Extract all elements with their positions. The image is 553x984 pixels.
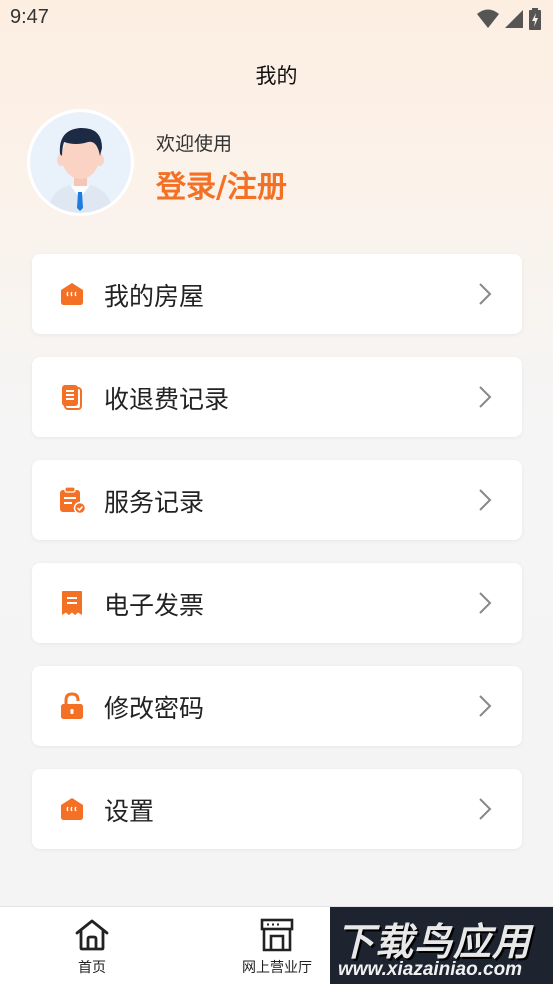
- chevron-right-icon: [479, 592, 492, 614]
- nav-label: 网上营业厅: [242, 960, 312, 976]
- chevron-right-icon: [479, 798, 492, 820]
- lock-icon: [61, 692, 83, 719]
- nav-label: 首页: [78, 960, 106, 976]
- welcome-text: 欢迎使用: [156, 133, 233, 155]
- nav-tab-online-hall[interactable]: 网上营业厅: [224, 907, 330, 984]
- invoice-icon: [62, 591, 82, 615]
- house-icon: [61, 798, 83, 820]
- battery-icon: [529, 8, 541, 30]
- chevron-right-icon: [479, 695, 492, 717]
- menu-item-payment-records[interactable]: 收退费记录: [32, 357, 522, 437]
- wifi-icon: [477, 9, 499, 28]
- status-time: 9:47: [10, 6, 49, 28]
- avatar[interactable]: [30, 112, 131, 213]
- chevron-right-icon: [479, 283, 492, 305]
- user-avatar-icon: [30, 112, 131, 213]
- menu-item-label: 电子发票: [104, 591, 205, 620]
- document-icon: [62, 385, 82, 410]
- page-title: 我的: [255, 64, 298, 88]
- chevron-right-icon: [479, 386, 492, 408]
- menu-item-e-invoice[interactable]: 电子发票: [32, 563, 522, 643]
- menu-item-service-records[interactable]: 服务记录: [32, 460, 522, 540]
- clipboard-check-icon: [60, 486, 86, 514]
- menu-item-settings[interactable]: 设置: [32, 769, 522, 849]
- menu-item-label: 收退费记录: [104, 385, 230, 414]
- menu-item-label: 设置: [104, 797, 155, 826]
- menu-item-my-house[interactable]: 我的房屋: [32, 254, 522, 334]
- chevron-right-icon: [479, 489, 492, 511]
- signal-icon: [505, 10, 523, 28]
- watermark-logo: 下载鸟应用 www.xiazainiao.com: [330, 907, 553, 984]
- login-register-link[interactable]: 登录/注册: [156, 162, 287, 206]
- status-bar: 9:47: [0, 0, 553, 38]
- nav-tab-home[interactable]: 首页: [47, 907, 137, 984]
- menu-item-label: 我的房屋: [104, 282, 205, 311]
- home-icon: [75, 919, 109, 951]
- menu-item-label: 服务记录: [104, 488, 205, 517]
- status-icons: [477, 8, 541, 30]
- menu-item-change-password[interactable]: 修改密码: [32, 666, 522, 746]
- storefront-icon: [260, 918, 294, 952]
- menu-item-label: 修改密码: [104, 694, 205, 723]
- house-icon: [61, 283, 83, 305]
- watermark-url: www.xiazainiao.com: [338, 959, 523, 980]
- watermark-title: 下载鸟应用: [336, 920, 532, 964]
